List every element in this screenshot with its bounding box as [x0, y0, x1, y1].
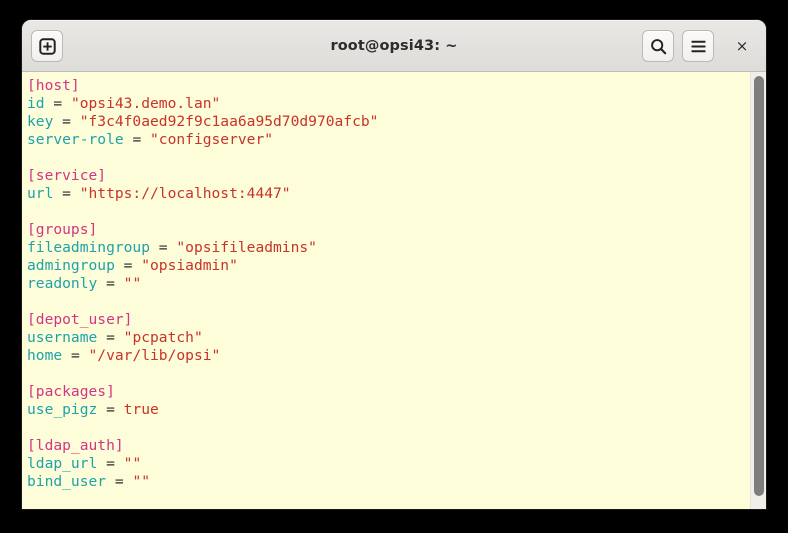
config-value: "configserver": [150, 131, 274, 148]
config-entry: id = "opsi43.demo.lan": [27, 95, 750, 113]
search-button[interactable]: [642, 30, 674, 62]
config-value: "opsi43.demo.lan": [70, 95, 221, 112]
config-equals: =: [44, 95, 71, 112]
config-equals: =: [97, 401, 124, 418]
scrollbar-thumb[interactable]: [754, 76, 764, 497]
new-tab-button[interactable]: [31, 30, 63, 62]
config-entry: readonly = "": [27, 275, 750, 293]
config-key: id: [27, 95, 45, 112]
config-entry: fileadmingroup = "opsifileadmins": [27, 239, 750, 257]
terminal-content-area[interactable]: [host] id = "opsi43.demo.lan" key = "f3c4f…: [22, 72, 766, 509]
config-equals: =: [150, 239, 177, 256]
terminal-scrollbar[interactable]: [750, 72, 766, 509]
terminal-window: root@opsi43: ~ × [host] id = "opsi43.dem…: [22, 20, 766, 509]
section-name: [groups]: [27, 221, 98, 238]
window-title-text: root@opsi43: ~: [330, 38, 458, 54]
config-key: bind_user: [27, 473, 107, 490]
config-entry: home = "/var/lib/opsi": [27, 347, 750, 365]
config-key: ldap_url: [27, 455, 98, 472]
section-name: [ldap_auth]: [27, 437, 124, 454]
config-equals: =: [62, 347, 89, 364]
section-name: [depot_user]: [27, 311, 133, 328]
config-key: server-role: [27, 131, 124, 148]
config-entry: use_pigz = true: [27, 401, 750, 419]
config-equals: =: [97, 329, 124, 346]
config-value: "https://localhost:4447": [79, 185, 291, 202]
config-section-header: [service]: [27, 167, 750, 185]
config-key: use_pigz: [27, 401, 98, 418]
config-value: true: [123, 401, 159, 418]
terminal-text: [host] id = "opsi43.demo.lan" key = "f3c4f…: [22, 72, 750, 509]
config-key: fileadmingroup: [27, 239, 151, 256]
config-value: "": [132, 473, 151, 490]
config-key: url: [27, 185, 54, 202]
config-value: "opsiadmin": [141, 257, 238, 274]
config-entry: bind_user = "": [27, 473, 750, 491]
config-section-header: [depot_user]: [27, 311, 750, 329]
titlebar-right-controls: ×: [642, 30, 756, 62]
close-button[interactable]: ×: [728, 32, 756, 60]
config-equals: =: [97, 455, 124, 472]
search-icon: [650, 38, 666, 54]
config-equals: =: [53, 185, 80, 202]
config-section-header: [host]: [27, 77, 750, 95]
config-key: username: [27, 329, 98, 346]
config-equals: =: [97, 275, 124, 292]
config-value: "": [123, 455, 142, 472]
config-entry: ldap_url = "": [27, 455, 750, 473]
section-name: [host]: [27, 77, 80, 94]
section-name: [service]: [27, 167, 107, 184]
config-value: "opsifileadmins": [176, 239, 317, 256]
config-entry: username = "pcpatch": [27, 329, 750, 347]
config-value: "f3c4f0aed92f9c1aa6a95d70d970afcb": [79, 113, 379, 130]
config-value: "/var/lib/opsi": [88, 347, 221, 364]
desktop-background: root@opsi43: ~ × [host] id = "opsi43.dem…: [0, 0, 788, 533]
config-value: "": [123, 275, 142, 292]
titlebar-left-controls: [31, 30, 63, 62]
new-tab-plus-icon: [38, 37, 56, 55]
config-entry: key = "f3c4f0aed92f9c1aa6a95d70d970afcb": [27, 113, 750, 131]
config-key: readonly: [27, 275, 98, 292]
section-name: [packages]: [27, 383, 115, 400]
config-key: key: [27, 113, 54, 130]
config-entry: admingroup = "opsiadmin": [27, 257, 750, 275]
config-equals: =: [114, 257, 142, 274]
config-equals: =: [53, 113, 80, 130]
config-section-header: [ldap_auth]: [27, 437, 750, 455]
hamburger-menu-icon: [691, 40, 705, 52]
config-section-header: [groups]: [27, 221, 750, 239]
config-section-header: [packages]: [27, 383, 750, 401]
config-entry: url = "https://localhost:4447": [27, 185, 750, 203]
config-equals: =: [123, 131, 151, 148]
config-key: home: [27, 347, 63, 364]
close-icon: ×: [735, 36, 749, 55]
config-key: admingroup: [27, 257, 115, 274]
config-value: "pcpatch": [123, 329, 203, 346]
config-equals: =: [106, 473, 133, 490]
window-titlebar[interactable]: root@opsi43: ~ ×: [22, 20, 766, 72]
config-entry: server-role = "configserver": [27, 131, 750, 149]
menu-button[interactable]: [682, 30, 714, 62]
